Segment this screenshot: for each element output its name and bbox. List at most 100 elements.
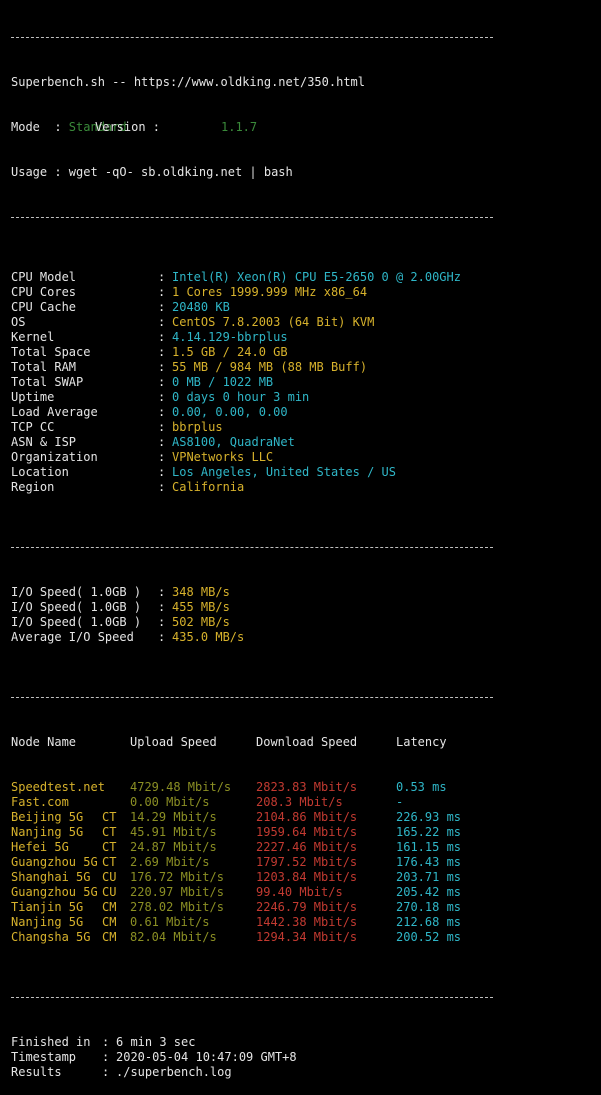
sysinfo-row: Load Average:0.00, 0.00, 0.00 xyxy=(11,405,601,420)
latency: 176.43 ms xyxy=(396,855,462,869)
io-speed-section: I/O Speed( 1.0GB ):348 MB/s I/O Speed( 1.… xyxy=(11,585,601,645)
sysinfo-value: California xyxy=(172,480,245,494)
version-value: 1.1.7 xyxy=(221,120,258,134)
sysinfo-colon: : xyxy=(158,435,166,449)
separator-sysinfo xyxy=(11,210,601,225)
sysinfo-key: Total SWAP xyxy=(11,375,84,389)
sysinfo-value: AS8100, QuadraNet xyxy=(172,435,295,449)
footer-row: Timestamp:2020-05-04 10:47:09 GMT+8 xyxy=(11,1050,601,1065)
table-row: Guangzhou 5G CT 2.69 Mbit/s 1797.52 Mbit/s 1… xyxy=(11,855,601,870)
io-key: I/O Speed( 1.0GB ) xyxy=(11,600,142,614)
upload-speed: 14.29 Mbit/s xyxy=(130,810,217,824)
latency: 0.53 ms xyxy=(396,780,447,794)
sysinfo-colon: : xyxy=(158,360,166,374)
sysinfo-row: Total SWAP:0 MB / 1022 MB xyxy=(11,375,601,390)
latency: 212.68 ms xyxy=(396,915,462,929)
sysinfo-key: Total RAM xyxy=(11,360,77,374)
sysinfo-value: 55 MB / 984 MB (88 MB Buff) xyxy=(172,360,368,374)
io-colon: : xyxy=(158,615,166,629)
download-speed: 1203.84 Mbit/s xyxy=(256,870,358,884)
footer-key: Timestamp xyxy=(11,1050,77,1064)
latency: 161.15 ms xyxy=(396,840,462,854)
separator-io xyxy=(11,540,601,555)
sysinfo-colon: : xyxy=(158,315,166,329)
sysinfo-row: Uptime:0 days 0 hour 3 min xyxy=(11,390,601,405)
sysinfo-value: 0 MB / 1022 MB xyxy=(172,375,274,389)
node-name: Changsha 5G xyxy=(11,930,91,944)
node-isp: CU xyxy=(102,885,117,899)
upload-speed: 176.72 Mbit/s xyxy=(130,870,224,884)
latency: 203.71 ms xyxy=(396,870,462,884)
sysinfo-value: bbrplus xyxy=(172,420,223,434)
sysinfo-value: VPNetworks LLC xyxy=(172,450,274,464)
node-isp: CM xyxy=(102,915,117,929)
sysinfo-key: CPU Cache xyxy=(11,300,77,314)
header-node-name: Node Name xyxy=(11,735,77,749)
io-key: I/O Speed( 1.0GB ) xyxy=(11,615,142,629)
table-row: Fast.com 0.00 Mbit/s 208.3 Mbit/s - xyxy=(11,795,601,810)
sysinfo-row: OS: CentOS 7.8.2003 (64 Bit) KVM xyxy=(11,315,601,330)
sysinfo-value: 1 Cores 1999.999 MHz x86_64 xyxy=(172,285,368,299)
sysinfo-row: TCP CC: bbrplus xyxy=(11,420,601,435)
sysinfo-row: Kernel:4.14.129-bbrplus xyxy=(11,330,601,345)
io-value: 502 MB/s xyxy=(172,615,230,629)
header-upload-speed: Upload Speed xyxy=(130,735,217,749)
io-colon: : xyxy=(158,585,166,599)
sysinfo-value: Intel(R) Xeon(R) CPU E5-2650 0 @ 2.00GHz xyxy=(172,270,461,284)
io-value: 435.0 MB/s xyxy=(172,630,245,644)
node-name: Speedtest.net xyxy=(11,780,105,794)
download-speed: 99.40 Mbit/s xyxy=(256,885,343,899)
upload-speed: 4729.48 Mbit/s xyxy=(130,780,232,794)
io-value: 348 MB/s xyxy=(172,585,230,599)
latency: 205.42 ms xyxy=(396,885,462,899)
sysinfo-key: Organization xyxy=(11,450,98,464)
sysinfo-value: 20480 KB xyxy=(172,300,230,314)
sysinfo-row: Organization: VPNetworks LLC xyxy=(11,450,601,465)
sysinfo-key: TCP CC xyxy=(11,420,55,434)
table-row: Nanjing 5G CM 0.61 Mbit/s 1442.38 Mbit/s 212… xyxy=(11,915,601,930)
sysinfo-row: CPU Model: Intel(R) Xeon(R) CPU E5-2650 0… xyxy=(11,270,601,285)
sysinfo-colon: : xyxy=(158,345,166,359)
system-info-section: CPU Model: Intel(R) Xeon(R) CPU E5-2650 0… xyxy=(11,270,601,495)
latency: 200.52 ms xyxy=(396,930,462,944)
banner-text: Superbench.sh -- https://www.oldking.net… xyxy=(11,75,366,89)
io-key: I/O Speed( 1.0GB ) xyxy=(11,585,142,599)
sysinfo-colon: : xyxy=(158,420,166,434)
upload-speed: 45.91 Mbit/s xyxy=(130,825,217,839)
io-row: Average I/O Speed:435.0 MB/s xyxy=(11,630,601,645)
io-colon: : xyxy=(158,630,166,644)
footer-key: Results xyxy=(11,1065,62,1079)
node-isp: CU xyxy=(102,870,117,884)
upload-speed: 0.00 Mbit/s xyxy=(130,795,210,809)
footer-key: Finished in xyxy=(11,1035,91,1049)
footer-colon: : xyxy=(102,1050,110,1064)
node-isp: CT xyxy=(102,810,117,824)
node-name: Hefei 5G xyxy=(11,840,69,854)
node-name: Nanjing 5G xyxy=(11,915,84,929)
download-speed: 1294.34 Mbit/s xyxy=(256,930,358,944)
upload-speed: 278.02 Mbit/s xyxy=(130,900,224,914)
sysinfo-row: CPU Cache:20480 KB xyxy=(11,300,601,315)
speed-table-header: Node Name Upload Speed Download Speed La… xyxy=(11,735,601,750)
io-row: I/O Speed( 1.0GB ):455 MB/s xyxy=(11,600,601,615)
sysinfo-row: ASN & ISP: AS8100, QuadraNet xyxy=(11,435,601,450)
latency: 270.18 ms xyxy=(396,900,462,914)
download-speed: 1797.52 Mbit/s xyxy=(256,855,358,869)
node-isp: CT xyxy=(102,840,117,854)
separator-footer xyxy=(11,990,601,1005)
latency: 165.22 ms xyxy=(396,825,462,839)
io-colon: : xyxy=(158,600,166,614)
usage-line: Usage : wget -qO- sb.oldking.net | bash xyxy=(11,165,601,180)
sysinfo-key: Kernel xyxy=(11,330,55,344)
node-name: Fast.com xyxy=(11,795,69,809)
sysinfo-key: CPU Model xyxy=(11,270,77,284)
node-name: Tianjin 5G xyxy=(11,900,84,914)
upload-speed: 0.61 Mbit/s xyxy=(130,915,210,929)
terminal-window[interactable]: Superbench.sh -- https://www.oldking.net… xyxy=(0,0,601,1079)
footer-row: Results: ./superbench.log xyxy=(11,1065,601,1080)
table-row: Tianjin 5G CM 278.02 Mbit/s 2246.79 Mbit/s 2… xyxy=(11,900,601,915)
download-speed: 2104.86 Mbit/s xyxy=(256,810,358,824)
sysinfo-colon: : xyxy=(158,375,166,389)
header-latency: Latency xyxy=(396,735,447,749)
separator-speed xyxy=(11,690,601,705)
